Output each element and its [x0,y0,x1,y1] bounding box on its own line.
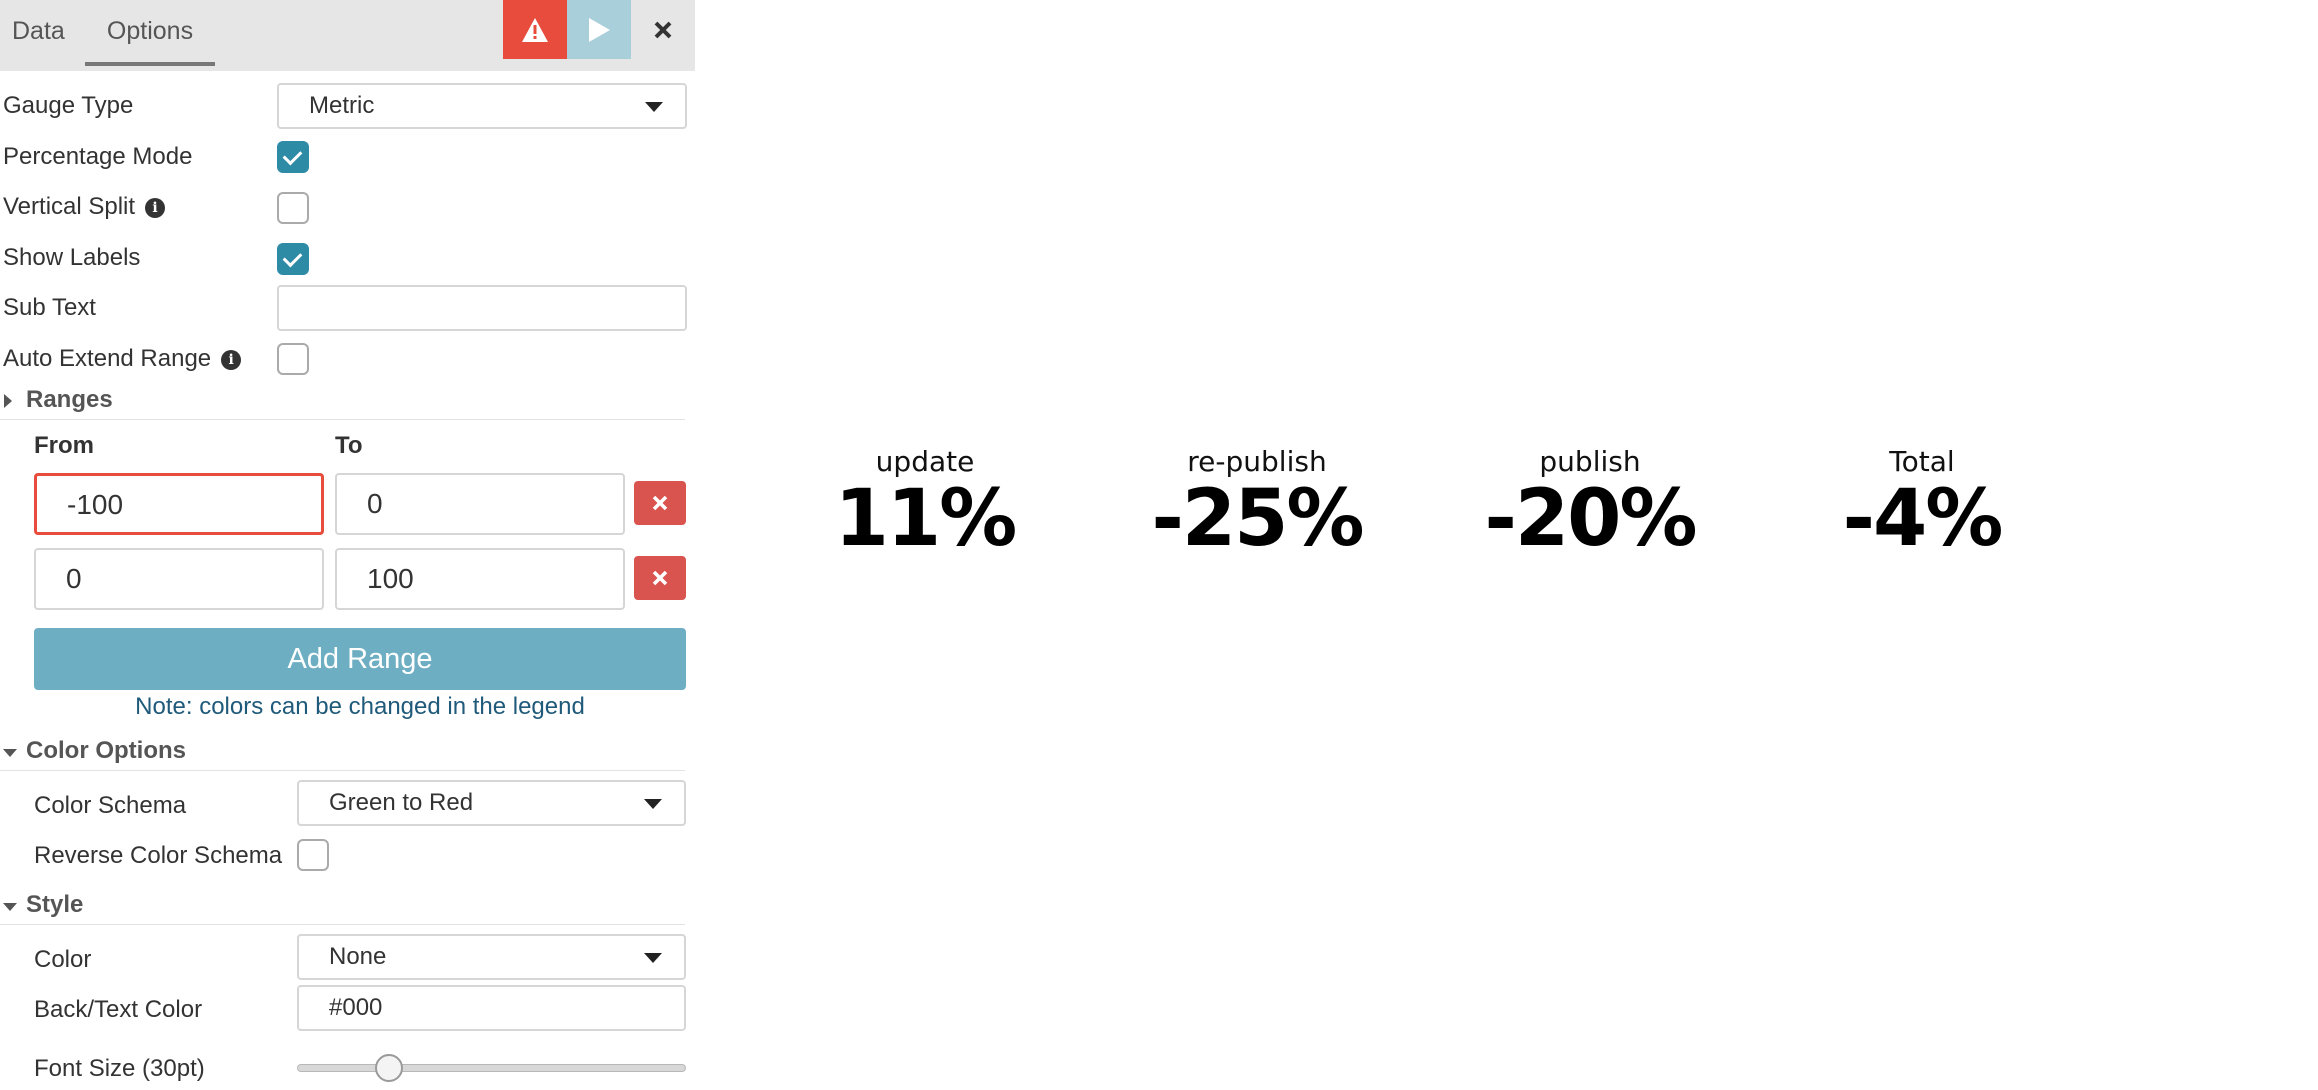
auto-extend-range-text: Auto Extend Range [3,345,212,372]
vertical-split-text: Vertical Split [3,193,136,220]
color-select[interactable]: None [297,934,686,980]
vertical-split-checkbox[interactable] [277,192,309,224]
chevron-down-icon [645,102,663,112]
gauge-type-select[interactable]: Metric [277,83,687,129]
back-text-color-label: Back/Text Color [34,996,203,1023]
tab-data[interactable]: Data [0,0,77,66]
auto-extend-range-label: Auto Extend Range i [3,345,242,373]
color-value: None [329,943,387,970]
color-schema-label: Color Schema [34,792,187,819]
info-icon[interactable]: i [221,349,242,370]
sub-text-input[interactable] [277,285,687,331]
delete-range-button[interactable] [634,556,686,600]
metric-value: -4% [1842,474,2004,564]
metric-item: update 11% [775,445,1075,559]
metric-item: re-publish -25% [1107,445,1407,559]
warning-button[interactable] [503,0,567,59]
tab-bar: Data Options [0,0,695,71]
range-from-header: From [34,432,94,459]
reverse-color-schema-checkbox[interactable] [297,839,329,871]
delete-range-button[interactable] [634,481,686,525]
percentage-mode-label: Percentage Mode [3,143,193,170]
font-size-slider-track[interactable] [297,1064,686,1072]
ranges-section-header[interactable]: Ranges [0,386,685,420]
auto-extend-range-checkbox[interactable] [277,343,309,375]
show-labels-checkbox[interactable] [277,243,309,275]
options-panel: Data Options Gauge Type Metric Percentag… [0,0,695,1090]
range-to-input[interactable]: 0 [335,473,625,535]
metric-value: 11% [834,474,1018,564]
close-icon [654,21,672,38]
percentage-mode-checkbox[interactable] [277,141,309,173]
close-button[interactable] [631,0,695,59]
metric-value: -20% [1484,474,1697,564]
info-icon[interactable]: i [145,197,166,218]
back-text-color-input[interactable]: #000 [297,985,686,1031]
color-options-title: Color Options [26,737,186,764]
caret-right-icon [4,394,12,408]
tab-options[interactable]: Options [85,0,215,66]
metric-item: publish -20% [1440,445,1740,559]
close-icon [652,495,668,511]
metric-value: -25% [1151,474,1364,564]
color-schema-select[interactable]: Green to Red [297,780,686,826]
range-from-input[interactable]: 0 [34,548,324,610]
legend-note: Note: colors can be changed in the legen… [135,693,585,720]
style-section-header[interactable]: Style [0,891,685,925]
play-icon [589,17,610,42]
gauge-type-value: Metric [309,92,375,119]
range-to-header: To [335,432,363,459]
run-button[interactable] [567,0,631,59]
close-icon [652,570,668,586]
sub-text-label: Sub Text [3,294,96,321]
color-schema-value: Green to Red [329,789,474,816]
range-from-input[interactable]: -100 [34,473,324,535]
ranges-title: Ranges [26,386,113,413]
reverse-color-schema-label: Reverse Color Schema [34,842,283,869]
add-range-button[interactable]: Add Range [34,628,686,690]
metric-item: Total -4% [1772,445,2072,559]
gauge-type-label: Gauge Type [3,92,134,119]
show-labels-label: Show Labels [3,244,141,271]
caret-down-icon [3,903,17,911]
font-size-label: Font Size (30pt) [34,1055,205,1082]
range-to-input[interactable]: 100 [335,548,625,610]
chevron-down-icon [644,799,662,809]
caret-down-icon [3,749,17,757]
warning-triangle-icon [522,17,548,42]
color-options-section-header[interactable]: Color Options [0,737,685,771]
style-title: Style [26,891,84,918]
color-label: Color [34,946,92,973]
chevron-down-icon [644,953,662,963]
font-size-slider-thumb[interactable] [375,1054,404,1082]
vertical-split-label: Vertical Split i [3,193,166,221]
